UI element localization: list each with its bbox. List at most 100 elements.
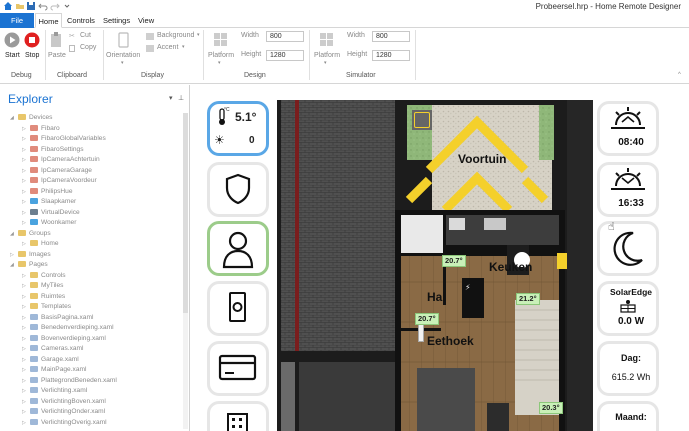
- tab-view[interactable]: View: [138, 13, 154, 28]
- collapsed-arrow-icon[interactable]: ▷: [22, 334, 30, 344]
- tree-item[interactable]: ▷ PhilipsHue: [22, 187, 73, 197]
- collapsed-arrow-icon[interactable]: ▷: [22, 197, 30, 207]
- tree-item[interactable]: ▷ BasisPagina.xaml: [22, 313, 93, 323]
- design-width-input[interactable]: 800: [266, 31, 304, 42]
- simulator-height-input[interactable]: 1280: [372, 50, 410, 61]
- tree-item[interactable]: ▷ Home: [22, 239, 59, 249]
- temp-badge-keuken[interactable]: 21.2°: [516, 293, 540, 305]
- collapsed-arrow-icon[interactable]: ▷: [22, 271, 30, 281]
- redo-icon[interactable]: [50, 1, 60, 11]
- building-tile[interactable]: [207, 401, 269, 431]
- temp-badge-woonkamer[interactable]: 20.3°: [539, 402, 563, 414]
- tree-item[interactable]: ▷ FibaroGlobalVariables: [22, 134, 106, 144]
- expanded-arrow-icon[interactable]: ◢: [10, 260, 18, 270]
- paste-button[interactable]: Paste: [48, 31, 68, 63]
- collapsed-arrow-icon[interactable]: ▷: [22, 239, 30, 249]
- collapsed-arrow-icon[interactable]: ▷: [22, 292, 30, 302]
- stop-button[interactable]: Stop: [23, 31, 41, 63]
- tree-item[interactable]: ▷ Verlichting.xaml: [22, 386, 87, 396]
- collapsed-arrow-icon[interactable]: ▷: [22, 323, 30, 333]
- tab-settings[interactable]: Settings: [103, 13, 130, 28]
- temperature-tile[interactable]: °C 5.1° ☀ 0: [207, 101, 269, 156]
- tree-item[interactable]: ▷ Fibaro: [22, 124, 60, 134]
- collapsed-arrow-icon[interactable]: ▷: [22, 145, 30, 155]
- collapse-ribbon-icon[interactable]: ^: [678, 72, 681, 78]
- collapsed-arrow-icon[interactable]: ▷: [22, 355, 30, 365]
- copy-button[interactable]: Copy: [69, 44, 99, 54]
- background-button[interactable]: Background ▾: [146, 32, 202, 42]
- doorbell-tile[interactable]: [207, 281, 269, 336]
- security-tile[interactable]: [207, 162, 269, 217]
- tree-item[interactable]: ▷ VerlichtingOverig.xaml: [22, 418, 107, 428]
- design-height-input[interactable]: 1280: [266, 50, 304, 61]
- collapsed-arrow-icon[interactable]: ▷: [22, 386, 30, 396]
- tab-controls[interactable]: Controls: [67, 13, 95, 28]
- collapsed-arrow-icon[interactable]: ▷: [22, 302, 30, 312]
- tree-item[interactable]: ▷ Slaapkamer: [22, 197, 76, 207]
- expanded-arrow-icon[interactable]: ◢: [10, 229, 18, 239]
- simulator-width-input[interactable]: 800: [372, 31, 410, 42]
- temp-badge-eethoek[interactable]: 20.7°: [415, 313, 439, 325]
- sunset-tile[interactable]: 16:33: [597, 162, 659, 217]
- tree-item[interactable]: ◢ Groups: [10, 229, 51, 239]
- collapsed-arrow-icon[interactable]: ▷: [22, 134, 30, 144]
- chevron-down-icon[interactable]: ▾: [169, 94, 173, 102]
- tree-item[interactable]: ▷ FibaroSettings: [22, 145, 84, 155]
- dropdown-icon[interactable]: [62, 1, 72, 11]
- tree-item[interactable]: ▷ MyTiles: [22, 281, 63, 291]
- tree-item[interactable]: ▷ Woonkamer: [22, 218, 76, 228]
- tree-item[interactable]: ▷ Garage.xaml: [22, 355, 79, 365]
- tree-item[interactable]: ▷ MainPage.xaml: [22, 365, 86, 375]
- tree-item[interactable]: ▷ Controls: [22, 271, 66, 281]
- save-icon[interactable]: [26, 1, 36, 11]
- collapsed-arrow-icon[interactable]: ▷: [22, 418, 30, 428]
- payment-tile[interactable]: [207, 341, 269, 396]
- month-yield-tile[interactable]: Maand:: [597, 401, 659, 431]
- tree-item[interactable]: ◢ Pages: [10, 260, 48, 270]
- collapsed-arrow-icon[interactable]: ▷: [10, 250, 18, 260]
- scrollbar-thumb[interactable]: [183, 113, 188, 313]
- collapsed-arrow-icon[interactable]: ▷: [22, 365, 30, 375]
- tab-home[interactable]: Home: [35, 13, 62, 28]
- temp-badge-hal[interactable]: 20.7°: [442, 255, 466, 267]
- sunrise-tile[interactable]: 08:40: [597, 101, 659, 156]
- collapsed-arrow-icon[interactable]: ▷: [22, 124, 30, 134]
- person-tile[interactable]: [207, 221, 269, 276]
- tree-item[interactable]: ▷ Ruimtes: [22, 292, 65, 302]
- tree-item[interactable]: ▷ PlattegrondBeneden.xaml: [22, 376, 117, 386]
- collapsed-arrow-icon[interactable]: ▷: [22, 155, 30, 165]
- expanded-arrow-icon[interactable]: ◢: [10, 113, 18, 123]
- tree-item[interactable]: ▷ IpCameraGarage: [22, 166, 92, 176]
- collapsed-arrow-icon[interactable]: ▷: [22, 187, 30, 197]
- tree-item[interactable]: ▷ Bovenverdieping.xaml: [22, 334, 106, 344]
- collapsed-arrow-icon[interactable]: ▷: [22, 344, 30, 354]
- cut-button[interactable]: ✂ Cut: [69, 32, 99, 42]
- collapsed-arrow-icon[interactable]: ▷: [22, 166, 30, 176]
- pin-icon[interactable]: ⊥: [178, 94, 184, 102]
- tree-item[interactable]: ▷ Templates: [22, 302, 71, 312]
- tree-item[interactable]: ▷ IpCameraVoordeur: [22, 176, 97, 186]
- undo-icon[interactable]: [38, 1, 48, 11]
- orientation-button[interactable]: Orientation ▾: [106, 31, 142, 69]
- tree-item[interactable]: ▷ IpCameraAchtertuin: [22, 155, 100, 165]
- tree-item[interactable]: ▷ VirtualDevice: [22, 208, 80, 218]
- solar-tile[interactable]: SolarEdge 0.0 W: [597, 281, 659, 336]
- start-button[interactable]: Start: [3, 31, 21, 63]
- collapsed-arrow-icon[interactable]: ▷: [22, 397, 30, 407]
- explorer-scrollbar[interactable]: [183, 113, 188, 429]
- collapsed-arrow-icon[interactable]: ▷: [22, 313, 30, 323]
- collapsed-arrow-icon[interactable]: ▷: [22, 407, 30, 417]
- tree-item[interactable]: ▷ Benedenverdieping.xaml: [22, 323, 114, 333]
- tree-item[interactable]: ▷ VerlichtingOnder.xaml: [22, 407, 105, 417]
- tree-item[interactable]: ▷ Cameras.xaml: [22, 344, 84, 354]
- tree-item[interactable]: ◢ Devices: [10, 113, 52, 123]
- day-yield-tile[interactable]: Dag: 615.2 Wh: [597, 341, 659, 396]
- collapsed-arrow-icon[interactable]: ▷: [22, 218, 30, 228]
- collapsed-arrow-icon[interactable]: ▷: [22, 281, 30, 291]
- night-mode-tile[interactable]: ☝: [597, 221, 659, 276]
- collapsed-arrow-icon[interactable]: ▷: [22, 176, 30, 186]
- tree-item[interactable]: ▷ Images: [10, 250, 51, 260]
- open-icon[interactable]: [15, 1, 25, 11]
- simulator-platform-button[interactable]: Platform ▾: [312, 31, 342, 69]
- collapsed-arrow-icon[interactable]: ▷: [22, 208, 30, 218]
